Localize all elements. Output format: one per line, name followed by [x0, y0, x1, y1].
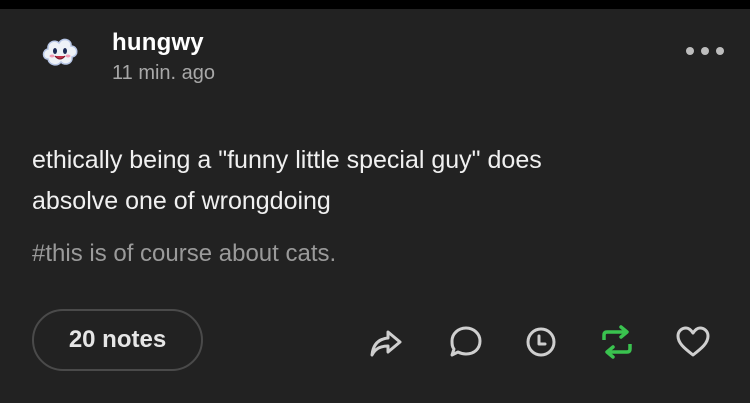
like-button[interactable] [673, 322, 713, 362]
reply-button[interactable] [446, 322, 486, 362]
more-options-icon [686, 47, 694, 55]
reblog-icon [602, 325, 632, 359]
clock-icon [526, 327, 556, 357]
schedule-button[interactable] [521, 322, 561, 362]
heart-icon [676, 326, 710, 357]
notes-button[interactable]: 20 notes [32, 309, 203, 371]
timestamp[interactable]: 11 min. ago [112, 62, 215, 85]
reply-icon [450, 326, 482, 357]
post-tags[interactable]: #this is of course about cats. [32, 240, 336, 268]
avatar[interactable] [40, 33, 80, 73]
post-body: ethically being a "funny little special … [32, 140, 712, 222]
post-body-line: ethically being a "funny little special … [32, 146, 542, 174]
more-options-icon [716, 47, 724, 55]
more-options-button[interactable] [686, 43, 724, 59]
username[interactable]: hungwy [112, 29, 204, 57]
top-bar [0, 0, 750, 9]
post-body-line: absolve one of wrongdoing [32, 187, 331, 215]
more-options-icon [701, 47, 709, 55]
share-button[interactable] [366, 322, 406, 362]
share-icon [370, 330, 402, 357]
reblog-button[interactable] [597, 322, 637, 362]
